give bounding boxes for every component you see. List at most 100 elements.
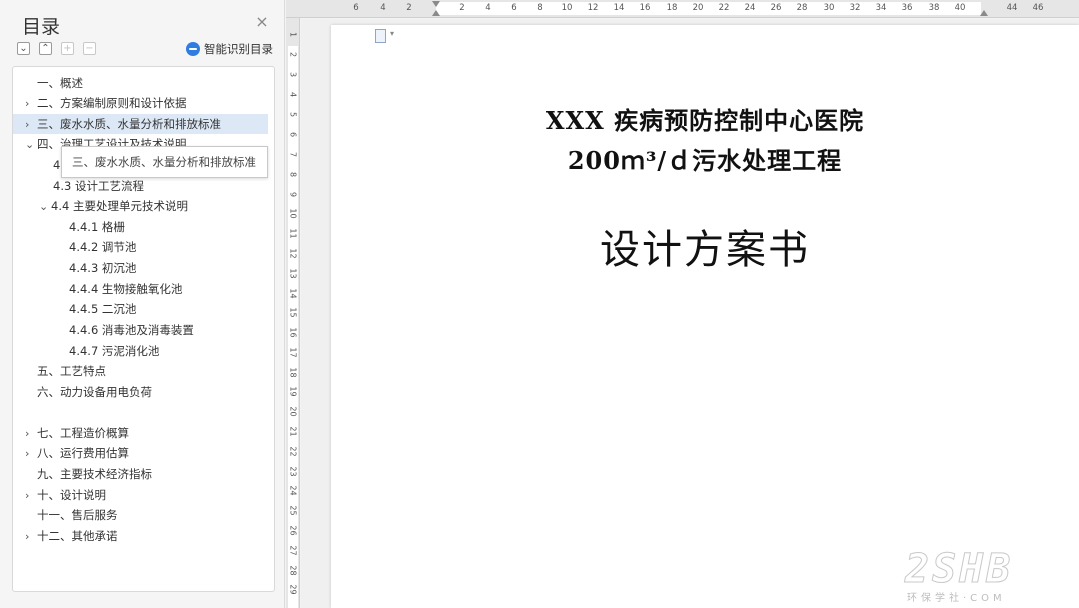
close-icon[interactable]: ×: [254, 14, 270, 30]
toc-item[interactable]: 4.4.5 二沉池: [69, 299, 136, 319]
doc-title-line-1: XXX 疾病预防控制中心医院: [545, 106, 865, 135]
toc-item[interactable]: 十一、售后服务: [37, 505, 118, 525]
ruler-number: 23: [288, 466, 298, 477]
ruler-number: 15: [288, 307, 298, 318]
toc-item[interactable]: 4.4.2 调节池: [69, 237, 136, 257]
add-heading-button[interactable]: +: [61, 42, 74, 55]
chevron-right-icon[interactable]: ›: [25, 444, 37, 464]
toc-item[interactable]: 六、动力设备用电负荷: [37, 382, 152, 402]
ruler-number: 6: [288, 131, 298, 138]
ruler-number: 6: [353, 3, 359, 13]
ruler-number: 17: [288, 347, 298, 358]
toc-item[interactable]: 4.4.1 格栅: [69, 217, 125, 237]
ruler-number: 2: [288, 51, 298, 58]
right-indent-marker[interactable]: [980, 10, 988, 16]
chevron-right-icon[interactable]: ›: [25, 527, 37, 547]
toc-item[interactable]: 五、工艺特点: [37, 361, 106, 381]
toc-item[interactable]: › 八、运行费用估算: [25, 443, 129, 463]
ruler-number: 3: [288, 71, 298, 78]
smart-toc-icon: [186, 42, 200, 56]
ruler-number: 7: [288, 151, 298, 158]
toc-item[interactable]: ⌄ 4.4 主要处理单元技术说明: [39, 196, 188, 216]
toc-tooltip: 三、废水水质、水量分析和排放标准: [61, 146, 268, 178]
document-area[interactable]: XXX 疾病预防控制中心医院 200ｍ³/ｄ污水处理工程 设计方案书: [301, 19, 1079, 608]
expand-all-button[interactable]: ⌃: [39, 42, 52, 55]
ruler-number: 28: [288, 565, 298, 576]
ruler-number: 32: [849, 3, 861, 13]
ruler-text-area: [436, 2, 981, 15]
ruler-number: 16: [288, 327, 298, 338]
ruler-number: 40: [954, 3, 966, 13]
toc-item[interactable]: 一、概述: [25, 73, 83, 93]
ruler-number: 5: [288, 111, 298, 118]
ruler-number: 22: [288, 446, 298, 457]
ruler-number: 4: [380, 3, 386, 13]
toc-title: 目录: [22, 16, 61, 38]
ruler-number: 29: [288, 584, 298, 595]
ruler-number: 19: [288, 386, 298, 397]
ruler-number: 38: [928, 3, 940, 13]
ruler-number: 9: [288, 191, 298, 198]
toc-item[interactable]: › 二、方案编制原则和设计依据: [25, 93, 187, 113]
ruler-number: 4: [288, 91, 298, 98]
toc-item[interactable]: 4.4.6 消毒池及消毒装置: [69, 320, 194, 340]
remove-heading-button[interactable]: −: [83, 42, 96, 55]
ruler-number: 36: [901, 3, 913, 13]
toc-item[interactable]: › 七、工程造价概算: [25, 423, 129, 443]
ruler-number: 25: [288, 505, 298, 516]
chevron-down-icon[interactable]: ⌄: [39, 197, 51, 217]
chevron-right-icon[interactable]: ›: [25, 486, 37, 506]
ruler-number: 27: [288, 545, 298, 556]
site-watermark: 2SHB 环保学社·COM: [904, 546, 1075, 605]
chevron-down-icon[interactable]: ⌄: [25, 135, 37, 155]
toc-item-selected[interactable]: › 三、废水水质、水量分析和排放标准: [13, 114, 268, 134]
ruler-number: 24: [744, 3, 756, 13]
toc-item[interactable]: 4.4.3 初沉池: [69, 258, 136, 278]
ruler-number: 10: [561, 3, 573, 13]
ruler-number: 26: [770, 3, 782, 13]
ruler-number: 26: [288, 525, 298, 536]
ruler-number: 2: [459, 3, 465, 13]
ruler-number: 11: [288, 228, 298, 239]
ruler-number: 1: [288, 31, 298, 38]
toc-item[interactable]: 4.3 设计工艺流程: [53, 176, 144, 196]
ruler-number: 44: [1006, 3, 1018, 13]
paragraph-layout-icon[interactable]: [375, 29, 394, 43]
chevron-right-icon[interactable]: ›: [25, 424, 37, 444]
left-indent-marker[interactable]: [432, 10, 440, 16]
ruler-number: 12: [587, 3, 599, 13]
watermark-logo: 2SHB: [904, 546, 1014, 592]
smart-toc-label: 智能识别目录: [204, 42, 273, 56]
ruler-number: 20: [692, 3, 704, 13]
ruler-number: 8: [288, 171, 298, 178]
ruler-number: 2: [406, 3, 412, 13]
toc-item[interactable]: › 十二、其他承诺: [25, 526, 118, 546]
ruler-number: 18: [288, 367, 298, 378]
toc-item[interactable]: 4.4.4 生物接触氧化池: [69, 279, 182, 299]
doc-title-line-2: 200ｍ³/ｄ污水处理工程: [567, 146, 843, 175]
ruler-number: 10: [288, 208, 298, 219]
toc-panel: 目录 × ⌄ ⌃ + − 智能识别目录 一、概述 › 二、方案编制原则和设计依据 …: [0, 0, 285, 608]
ruler-number: 22: [718, 3, 730, 13]
ruler-number: 21: [288, 426, 298, 437]
ruler-number: 46: [1032, 3, 1044, 13]
smart-toc-button[interactable]: 智能识别目录: [186, 41, 273, 57]
document-page[interactable]: XXX 疾病预防控制中心医院 200ｍ³/ｄ污水处理工程 设计方案书: [331, 25, 1079, 608]
ruler-number: 34: [875, 3, 887, 13]
first-line-indent-marker[interactable]: [432, 1, 440, 7]
horizontal-ruler[interactable]: 6 4 2 2 4 6 8 10 12 14 16 18 20 22 24 26…: [286, 0, 1079, 18]
toc-item[interactable]: 4.4.7 污泥消化池: [69, 341, 159, 361]
toc-item[interactable]: 4: [53, 155, 60, 175]
ruler-number: 12: [288, 248, 298, 259]
ruler-number: 14: [288, 288, 298, 299]
watermark-text: 环保学社·COM: [907, 593, 1006, 604]
doc-main-title: 设计方案书: [600, 227, 810, 273]
ruler-number: 4: [485, 3, 491, 13]
vertical-ruler[interactable]: 1 2 3 4 5 6 7 8 9 10 11 12 13 14 15 16 1…: [286, 18, 300, 608]
collapse-all-button[interactable]: ⌄: [17, 42, 30, 55]
chevron-right-icon[interactable]: ›: [25, 94, 37, 114]
toc-item[interactable]: 九、主要技术经济指标: [37, 464, 152, 484]
ruler-number: 16: [639, 3, 651, 13]
toc-item[interactable]: › 十、设计说明: [25, 485, 106, 505]
chevron-right-icon[interactable]: ›: [25, 115, 37, 135]
